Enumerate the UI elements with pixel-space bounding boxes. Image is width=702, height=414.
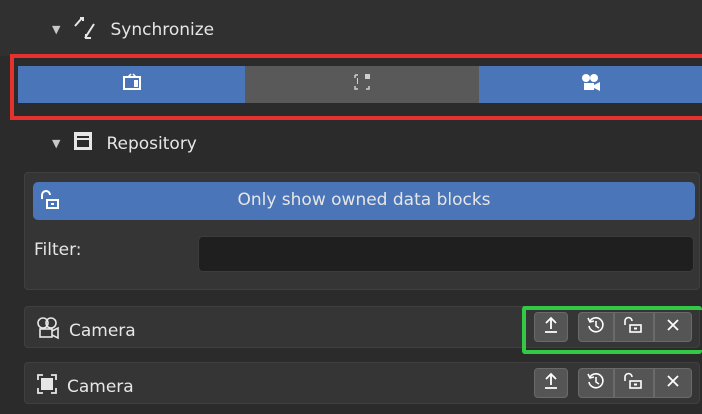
upload-arrow-icon <box>542 372 560 395</box>
close-icon <box>666 373 680 393</box>
collapse-triangle-icon[interactable]: ▼ <box>52 23 60 36</box>
history-icon <box>586 371 606 396</box>
row-actions-highlight-frame <box>522 306 702 354</box>
filter-label: Filter: <box>34 240 82 260</box>
repository-header[interactable]: ▼ Repository <box>52 130 197 157</box>
item-label: Camera <box>67 376 134 397</box>
synchronize-header[interactable]: ▼ Synchronize <box>0 0 702 56</box>
filter-input[interactable] <box>198 236 694 272</box>
archive-icon <box>72 130 94 157</box>
remove-button[interactable] <box>654 368 692 398</box>
object-frame-icon <box>35 372 59 401</box>
repository-title: Repository <box>106 133 197 154</box>
camera-data-icon <box>35 316 61 345</box>
tabs-highlight-frame <box>10 54 702 120</box>
synchronize-title: Synchronize <box>110 19 215 40</box>
collapse-triangle-icon[interactable]: ▼ <box>52 137 60 150</box>
lock-button[interactable] <box>614 368 654 398</box>
only-owned-label: Only show owned data blocks <box>237 190 491 210</box>
only-owned-toggle[interactable]: Only show owned data blocks <box>33 182 695 220</box>
revert-button[interactable] <box>578 368 614 398</box>
unlock-icon <box>623 372 645 395</box>
push-button[interactable] <box>534 368 568 398</box>
sync-icon <box>72 14 98 45</box>
item-label: Camera <box>69 320 136 341</box>
